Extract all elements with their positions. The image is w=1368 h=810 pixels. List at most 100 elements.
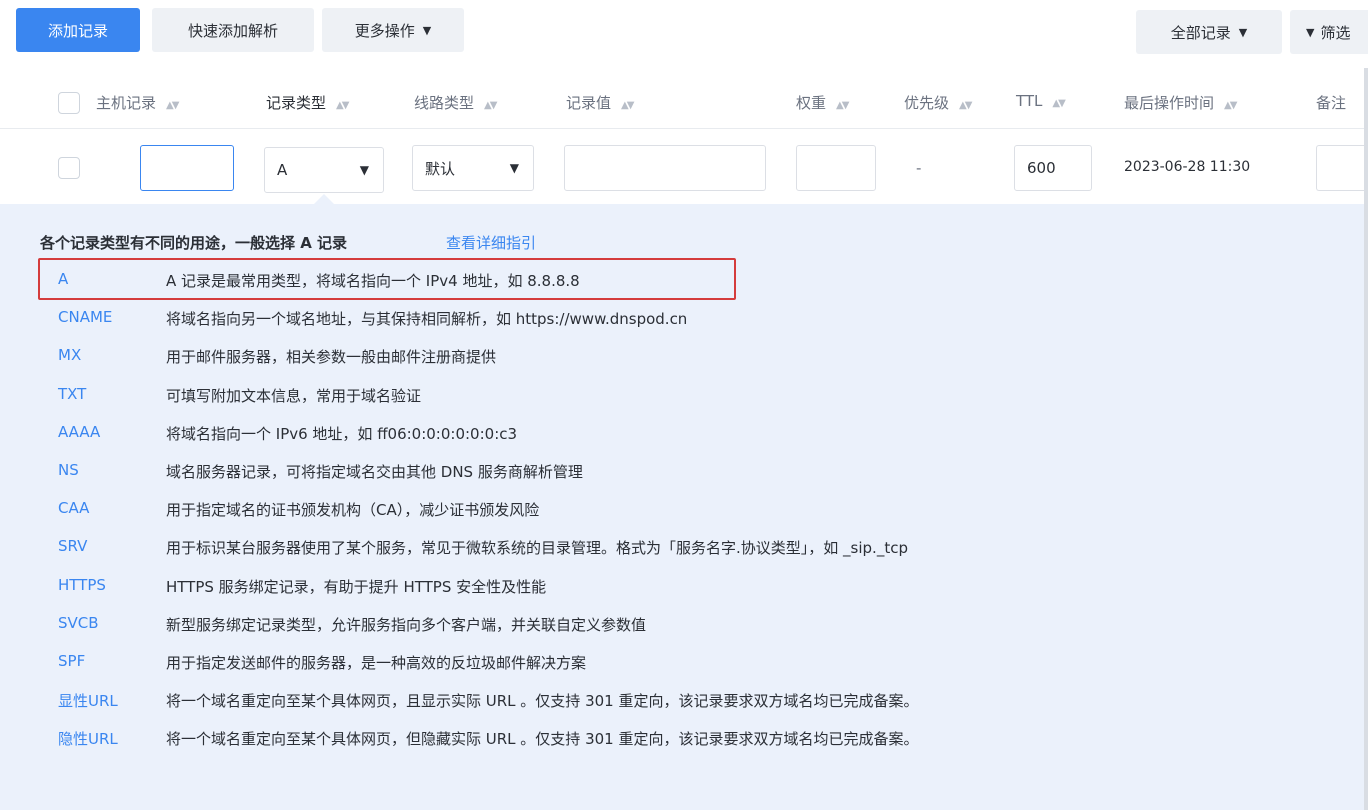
line-type-value: 默认 [425, 159, 456, 178]
record-type-row: TXT 可填写附加文本信息，常用于域名验证 [0, 381, 1368, 411]
header-host-label: 主机记录 [96, 94, 157, 112]
scrollbar[interactable] [1364, 68, 1368, 810]
add-record-label: 添加记录 [47, 21, 108, 40]
record-type-name[interactable]: SRV [58, 537, 87, 555]
weight-input[interactable] [796, 145, 876, 191]
record-type-help-panel: 各个记录类型有不同的用途，一般选择 A 记录 查看详细指引 A A 记录是最常用类… [0, 204, 1368, 810]
caret-down-icon: ▼ [422, 23, 432, 37]
record-type-select[interactable]: A ▼ [264, 147, 384, 193]
help-pointer-arrow [314, 194, 334, 204]
record-type-name[interactable]: CAA [58, 499, 89, 517]
filter-button[interactable]: ▼ 筛选 [1290, 10, 1368, 54]
header-remark: 备注 [1316, 92, 1346, 113]
sort-icon: ▲▼ [836, 100, 849, 111]
header-value[interactable]: 记录值 ▲▼ [566, 92, 634, 113]
record-value-input[interactable] [564, 145, 766, 191]
select-all-checkbox[interactable] [58, 92, 80, 114]
sort-icon: ▲▼ [166, 100, 179, 111]
record-type-name[interactable]: MX [58, 346, 81, 364]
help-title: 各个记录类型有不同的用途，一般选择 A 记录 [40, 234, 348, 252]
header-ttl-label: TTL [1016, 92, 1043, 110]
sort-icon: ▲▼ [336, 100, 349, 111]
caret-down-icon: ▼ [359, 163, 369, 177]
record-type-description: 新型服务绑定记录类型，允许服务指向多个客户端，并关联自定义参数值 [166, 615, 647, 634]
record-type-description: 用于标识某台服务器使用了某个服务，常见于微软系统的目录管理。格式为「服务名字.协… [166, 539, 908, 558]
header-line[interactable]: 线路类型 ▲▼ [414, 92, 497, 113]
filter-label: 筛选 [1320, 23, 1351, 42]
quick-add-button[interactable]: 快速添加解析 [152, 8, 314, 52]
sort-icon: ▲▼ [1052, 98, 1065, 109]
priority-value: - [916, 159, 922, 177]
record-type-description: 用于指定域名的证书颁发机构（CA），减少证书颁发风险 [166, 501, 540, 520]
funnel-icon: ▼ [1306, 25, 1315, 39]
row-checkbox[interactable] [58, 157, 80, 179]
record-type-name[interactable]: TXT [58, 385, 86, 403]
record-type-name[interactable]: A [58, 270, 68, 288]
more-actions-dropdown[interactable]: 更多操作 ▼ [322, 8, 464, 52]
header-type-label: 记录类型 [266, 94, 327, 112]
header-type[interactable]: 记录类型 ▲▼ [266, 92, 349, 113]
record-type-row: 显性URL 将一个域名重定向至某个具体网页，且显示实际 URL 。仅支持 301 … [0, 686, 1368, 716]
record-type-row: SRV 用于标识某台服务器使用了某个服务，常见于微软系统的目录管理。格式为「服务名… [0, 533, 1368, 563]
more-actions-label: 更多操作 [354, 21, 415, 40]
header-remark-label: 备注 [1316, 94, 1347, 112]
record-type-description: 可填写附加文本信息，常用于域名验证 [166, 386, 422, 405]
table-header: 主机记录 ▲▼ 记录类型 ▲▼ 线路类型 ▲▼ 记录值 ▲▼ 权重 ▲▼ 优先级 ▲▼ TT… [0, 78, 1368, 128]
record-type-name[interactable]: AAAA [58, 423, 100, 441]
all-records-dropdown[interactable]: 全部记录 ▼ [1136, 10, 1282, 54]
record-type-row: SVCB 新型服务绑定记录类型，允许服务指向多个客户端，并关联自定义参数值 [0, 610, 1368, 640]
header-last-modified-label: 最后操作时间 [1124, 94, 1215, 112]
header-last-modified[interactable]: 最后操作时间 ▲▼ [1124, 92, 1237, 113]
record-type-row: AAAA 将域名指向一个 IPv6 地址，如 ff06:0:0:0:0:0:0:c… [0, 419, 1368, 449]
caret-down-icon: ▼ [509, 161, 519, 175]
sort-icon: ▲▼ [1224, 100, 1237, 111]
record-type-description: A 记录是最常用类型，将域名指向一个 IPv4 地址，如 8.8.8.8 [166, 272, 580, 290]
record-type-row: 隐性URL 将一个域名重定向至某个具体网页，但隐藏实际 URL 。仅支持 301 … [0, 724, 1368, 754]
detailed-guide-link[interactable]: 查看详细指引 [446, 232, 536, 253]
record-type-description: HTTPS 服务绑定记录，有助于提升 HTTPS 安全性及性能 [166, 577, 547, 596]
header-weight[interactable]: 权重 ▲▼ [796, 92, 849, 113]
record-type-row: CAA 用于指定域名的证书颁发机构（CA），减少证书颁发风险 [0, 495, 1368, 525]
record-type-name[interactable]: SPF [58, 652, 85, 670]
all-records-label: 全部记录 [1170, 23, 1231, 42]
record-type-row: SPF 用于指定发送邮件的服务器，是一种高效的反垃圾邮件解决方案 [0, 648, 1368, 678]
quick-add-label: 快速添加解析 [187, 21, 278, 40]
record-type-name[interactable]: HTTPS [58, 576, 106, 594]
record-type-description: 将域名指向另一个域名地址，与其保持相同解析，如 https://www.dnsp… [166, 310, 688, 329]
record-type-value: A [277, 161, 288, 179]
header-weight-label: 权重 [796, 94, 827, 112]
add-record-button[interactable]: 添加记录 [16, 8, 140, 52]
record-type-row: MX 用于邮件服务器，相关参数一般由邮件注册商提供 [0, 342, 1368, 372]
record-type-description: 将域名指向一个 IPv6 地址，如 ff06:0:0:0:0:0:0:c3 [166, 424, 518, 443]
caret-down-icon: ▼ [1238, 25, 1248, 39]
record-type-row: A A 记录是最常用类型，将域名指向一个 IPv4 地址，如 8.8.8.8 [0, 266, 1368, 296]
header-priority[interactable]: 优先级 ▲▼ [904, 92, 972, 113]
header-host[interactable]: 主机记录 ▲▼ [96, 92, 179, 113]
sort-icon: ▲▼ [621, 100, 634, 111]
line-type-select[interactable]: 默认 ▼ [412, 145, 534, 191]
remark-input[interactable] [1316, 145, 1364, 191]
sort-icon: ▲▼ [959, 100, 972, 111]
host-input[interactable] [140, 145, 234, 191]
header-value-label: 记录值 [566, 94, 612, 112]
record-type-row: NS 域名服务器记录，可将指定域名交由其他 DNS 服务商解析管理 [0, 457, 1368, 487]
record-type-name[interactable]: SVCB [58, 614, 99, 632]
ttl-value: 600 [1027, 159, 1056, 177]
last-modified-time: 2023-06-28 11:30 [1124, 159, 1251, 175]
record-type-name[interactable]: CNAME [58, 308, 112, 326]
header-priority-label: 优先级 [904, 94, 950, 112]
record-type-name[interactable]: 显性URL [58, 690, 118, 711]
sort-icon: ▲▼ [484, 100, 497, 111]
record-type-description: 用于邮件服务器，相关参数一般由邮件注册商提供 [166, 348, 497, 367]
header-line-label: 线路类型 [414, 94, 475, 112]
toolbar: 添加记录 快速添加解析 更多操作 ▼ 全部记录 ▼ ▼ 筛选 [0, 0, 1368, 68]
record-type-row: HTTPS HTTPS 服务绑定记录，有助于提升 HTTPS 安全性及性能 [0, 572, 1368, 602]
header-ttl[interactable]: TTL ▲▼ [1016, 92, 1066, 110]
ttl-input[interactable]: 600 [1014, 145, 1092, 191]
record-type-name[interactable]: NS [58, 461, 79, 479]
edit-row: A ▼ 默认 ▼ - 600 2023-06-28 11:30 [0, 128, 1368, 204]
record-type-name[interactable]: 隐性URL [58, 728, 118, 749]
record-type-description: 域名服务器记录，可将指定域名交由其他 DNS 服务商解析管理 [166, 463, 583, 481]
record-type-description: 将一个域名重定向至某个具体网页，但隐藏实际 URL 。仅支持 301 重定向，该… [166, 730, 919, 749]
record-type-row: CNAME 将域名指向另一个域名地址，与其保持相同解析，如 https://www… [0, 304, 1368, 334]
